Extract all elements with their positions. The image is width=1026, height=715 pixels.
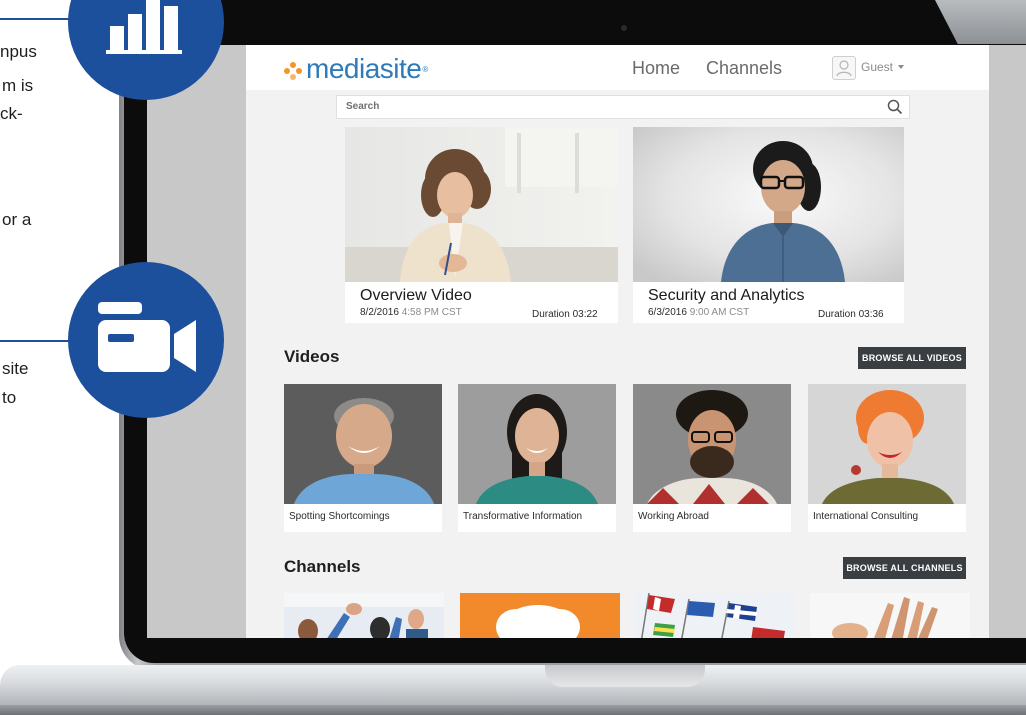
user-avatar-icon[interactable]	[832, 56, 856, 80]
side-text-line-5: or a	[2, 210, 32, 229]
videos-heading: Videos	[284, 347, 340, 366]
callout-line-top	[0, 18, 75, 20]
portal-header: mediasite ® Home Channels Guest	[246, 45, 989, 90]
video-thumbnail[interactable]	[458, 384, 616, 504]
video-camera-icon	[98, 302, 196, 372]
featured-video-date: 6/3/2016 9:00 AM CST	[648, 307, 750, 318]
video-card[interactable]: International Consulting	[808, 384, 966, 532]
callout-line-bottom	[0, 340, 75, 342]
side-text-line-6: site	[2, 359, 29, 378]
video-thumbnail[interactable]	[808, 384, 966, 504]
browse-all-channels-button[interactable]: BROWSE ALL CHANNELS	[843, 557, 966, 579]
featured-video-card[interactable]: Security and Analytics 6/3/2016 9:00 AM …	[633, 127, 904, 323]
side-text-line-3: ck-	[0, 104, 23, 123]
nav-home[interactable]: Home	[632, 58, 680, 79]
featured-video-thumbnail[interactable]	[345, 127, 618, 282]
video-title[interactable]: International Consulting	[813, 511, 918, 522]
side-text-line-7: to	[2, 388, 17, 407]
chevron-down-icon[interactable]	[898, 65, 904, 69]
video-title[interactable]: Transformative Information	[463, 511, 582, 522]
featured-video-title[interactable]: Overview Video	[360, 287, 472, 305]
channel-thumbnail[interactable]	[284, 593, 444, 638]
featured-video-title[interactable]: Security and Analytics	[648, 287, 805, 305]
channel-thumbnail[interactable]	[635, 593, 795, 638]
channel-thumbnail[interactable]	[810, 593, 970, 638]
analytics-badge	[68, 0, 224, 100]
search-input[interactable]: Search	[336, 95, 910, 119]
logo-text: mediasite	[306, 53, 422, 84]
channel-thumbnail[interactable]	[460, 593, 620, 638]
browse-all-videos-button[interactable]: BROWSE ALL VIDEOS	[858, 347, 966, 369]
webcam	[621, 25, 627, 31]
search-icon[interactable]	[887, 99, 903, 115]
laptop-base-edge	[0, 705, 1026, 715]
side-text-line-2: m is	[2, 76, 34, 95]
video-card[interactable]: Spotting Shortcomings	[284, 384, 442, 532]
video-card[interactable]: Working Abroad	[633, 384, 791, 532]
video-title[interactable]: Spotting Shortcomings	[289, 511, 390, 522]
search-placeholder: Search	[346, 101, 380, 112]
featured-video-time: 9:00 AM CST	[689, 307, 750, 318]
mediasite-portal: mediasite ® Home Channels Guest Search O…	[246, 45, 989, 638]
featured-video-thumbnail[interactable]	[633, 127, 904, 282]
channels-heading: Channels	[284, 557, 361, 576]
video-card[interactable]: Transformative Information	[458, 384, 616, 532]
featured-video-card[interactable]: Overview Video 8/2/2016 4:58 PM CST Dura…	[345, 127, 618, 323]
featured-video-duration: Duration 03:36	[818, 309, 884, 320]
featured-video-date: 8/2/2016 4:58 PM CST	[360, 307, 462, 318]
nav-channels[interactable]: Channels	[706, 58, 782, 79]
logo-dots-icon	[283, 59, 303, 80]
video-thumbnail[interactable]	[633, 384, 791, 504]
video-title[interactable]: Working Abroad	[638, 511, 709, 522]
video-badge	[68, 262, 224, 418]
laptop-base-notch	[545, 665, 705, 687]
bar-chart-icon	[106, 0, 182, 54]
featured-video-time: 4:58 PM CST	[401, 307, 462, 318]
logo-registered-mark: ®	[422, 64, 429, 74]
featured-video-duration: Duration 03:22	[532, 309, 598, 320]
side-text-line-1: npus	[0, 42, 37, 61]
video-thumbnail[interactable]	[284, 384, 442, 504]
laptop-screen: mediasite ® Home Channels Guest Search O…	[147, 45, 1026, 638]
mediasite-logo[interactable]: mediasite ®	[283, 53, 428, 85]
user-menu-label[interactable]: Guest	[861, 60, 893, 74]
